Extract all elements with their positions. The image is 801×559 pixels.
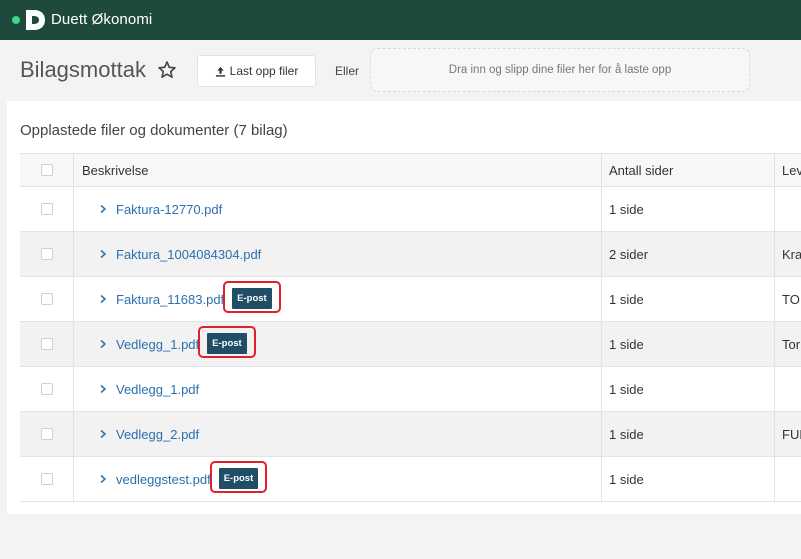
table-row[interactable]: Vedlegg_1.pdf 1 side bbox=[20, 367, 801, 412]
row-checkbox-cell bbox=[20, 322, 74, 366]
row-checkbox[interactable] bbox=[40, 473, 53, 485]
chevron-right-icon[interactable] bbox=[98, 294, 108, 304]
chevron-right-icon[interactable] bbox=[98, 249, 108, 259]
header-pages[interactable]: Antall sider bbox=[602, 154, 775, 186]
row-description: vedleggstest.pdf E-post bbox=[74, 457, 602, 501]
row-checkbox-cell bbox=[20, 367, 74, 411]
row-supplier: Kra bbox=[782, 246, 801, 262]
email-tag: E-post bbox=[198, 325, 256, 358]
table-row[interactable]: Vedlegg_1.pdf E-post 1 side Tor bbox=[20, 322, 801, 367]
top-bar: Duett Økonomi bbox=[0, 0, 801, 40]
row-supplier bbox=[775, 367, 801, 411]
chevron-right-icon[interactable] bbox=[98, 429, 108, 439]
documents-panel: Opplastede filer og dokumenter (7 bilag)… bbox=[7, 101, 801, 514]
brand-name: Duett Økonomi bbox=[51, 11, 153, 28]
row-supplier: FUK bbox=[782, 426, 801, 442]
header-description[interactable]: Beskrivelse bbox=[74, 154, 602, 186]
select-all-checkbox[interactable] bbox=[40, 164, 53, 176]
row-pages: 2 sider bbox=[602, 232, 775, 276]
row-checkbox[interactable] bbox=[40, 383, 53, 395]
row-pages: 1 side bbox=[602, 277, 775, 321]
row-pages: 1 side bbox=[602, 322, 775, 366]
row-checkbox[interactable] bbox=[40, 338, 53, 350]
row-supplier bbox=[775, 457, 801, 501]
chevron-right-icon[interactable] bbox=[98, 384, 108, 394]
row-description: Vedlegg_1.pdf E-post bbox=[74, 322, 602, 366]
row-pages: 1 side bbox=[602, 187, 775, 231]
chevron-right-icon[interactable] bbox=[98, 204, 108, 214]
file-link[interactable]: Faktura_1004084304.pdf bbox=[116, 247, 261, 262]
row-checkbox[interactable] bbox=[40, 428, 53, 440]
row-checkbox[interactable] bbox=[40, 293, 53, 305]
email-tag: E-post bbox=[209, 460, 268, 493]
file-link[interactable]: Faktura_11683.pdf bbox=[116, 292, 224, 307]
row-description: Faktura_11683.pdf E-post bbox=[74, 277, 602, 321]
row-checkbox[interactable] bbox=[40, 203, 53, 215]
highlight-box bbox=[209, 460, 268, 493]
logo-d-icon bbox=[26, 10, 45, 30]
section-title: Opplastede filer og dokumenter (7 bilag) bbox=[20, 122, 288, 139]
upload-files-button[interactable]: Last opp filer bbox=[197, 55, 316, 87]
row-checkbox-cell bbox=[20, 412, 74, 456]
highlight-box bbox=[223, 280, 281, 313]
email-tag: E-post bbox=[223, 280, 281, 313]
table-header-row: Beskrivelse Antall sider Lev bbox=[20, 154, 801, 187]
file-link[interactable]: Vedlegg_1.pdf bbox=[116, 337, 199, 352]
row-description: Vedlegg_2.pdf bbox=[74, 412, 602, 456]
logo-dot-icon bbox=[12, 16, 20, 24]
row-description: Vedlegg_1.pdf bbox=[74, 367, 602, 411]
row-checkbox-cell bbox=[20, 277, 74, 321]
file-link[interactable]: vedleggstest.pdf bbox=[116, 472, 211, 487]
file-link[interactable]: Vedlegg_2.pdf bbox=[116, 427, 199, 442]
duett-logo[interactable] bbox=[10, 9, 46, 31]
header-checkbox-cell bbox=[20, 154, 74, 186]
dropzone-text: Dra inn og slipp dine filer her for å la… bbox=[448, 64, 672, 76]
row-pages: 1 side bbox=[602, 367, 775, 411]
row-checkbox[interactable] bbox=[40, 248, 53, 260]
table-row[interactable]: Faktura_11683.pdf E-post 1 side TOI bbox=[20, 277, 801, 322]
file-dropzone[interactable]: Dra inn og slipp dine filer her for å la… bbox=[370, 48, 750, 92]
upload-icon bbox=[215, 66, 225, 77]
row-supplier: TOI bbox=[782, 291, 801, 307]
or-label: Eller bbox=[335, 64, 360, 78]
row-description: Faktura-12770.pdf bbox=[74, 187, 602, 231]
highlight-box bbox=[198, 325, 256, 358]
documents-table: Beskrivelse Antall sider Lev Faktura-127… bbox=[19, 153, 801, 502]
row-description: Faktura_1004084304.pdf bbox=[74, 232, 602, 276]
row-checkbox-cell bbox=[20, 457, 74, 501]
row-checkbox-cell bbox=[20, 232, 74, 276]
page-title: Bilagsmottak bbox=[20, 57, 146, 82]
chevron-right-icon[interactable] bbox=[98, 474, 108, 484]
row-supplier: Tor bbox=[782, 336, 801, 352]
table-row[interactable]: Faktura_1004084304.pdf 2 sider Kra bbox=[20, 232, 801, 277]
chevron-right-icon[interactable] bbox=[98, 339, 108, 349]
header-supplier[interactable]: Lev bbox=[775, 154, 801, 186]
row-checkbox-cell bbox=[20, 187, 74, 231]
favorite-star-icon[interactable] bbox=[157, 60, 177, 80]
table-row[interactable]: Faktura-12770.pdf 1 side bbox=[20, 187, 801, 232]
row-supplier bbox=[775, 187, 801, 231]
row-pages: 1 side bbox=[602, 457, 775, 501]
file-link[interactable]: Vedlegg_1.pdf bbox=[116, 382, 199, 397]
row-pages: 1 side bbox=[602, 412, 775, 456]
file-link[interactable]: Faktura-12770.pdf bbox=[116, 202, 222, 217]
upload-files-label: Last opp filer bbox=[229, 64, 299, 78]
table-row[interactable]: vedleggstest.pdf E-post 1 side bbox=[20, 457, 801, 502]
table-row[interactable]: Vedlegg_2.pdf 1 side FUK bbox=[20, 412, 801, 457]
